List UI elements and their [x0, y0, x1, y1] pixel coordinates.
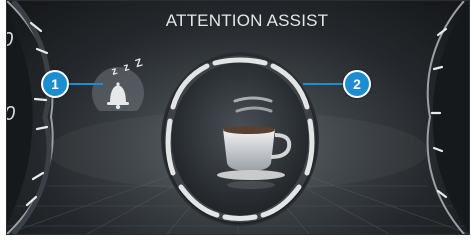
callout-1-leader [65, 83, 103, 85]
left-gauge-numeral-bottom: 0 [7, 103, 15, 126]
right-gauge [426, 1, 469, 234]
callout-2-badge: 2 [343, 70, 371, 98]
callout-1-badge: 1 [41, 70, 69, 98]
left-gauge [7, 1, 54, 234]
callout-2-leader [303, 83, 347, 85]
screen-title: ATTENTION ASSIST [165, 11, 329, 30]
coffee-cup-icon [217, 96, 292, 189]
instrument-cluster-display: ATTENTION ASSIST 0 0 [6, 0, 470, 235]
attention-assist-figure: ATTENTION ASSIST 0 0 [0, 0, 471, 243]
left-gauge-numeral-top: 0 [7, 29, 13, 52]
